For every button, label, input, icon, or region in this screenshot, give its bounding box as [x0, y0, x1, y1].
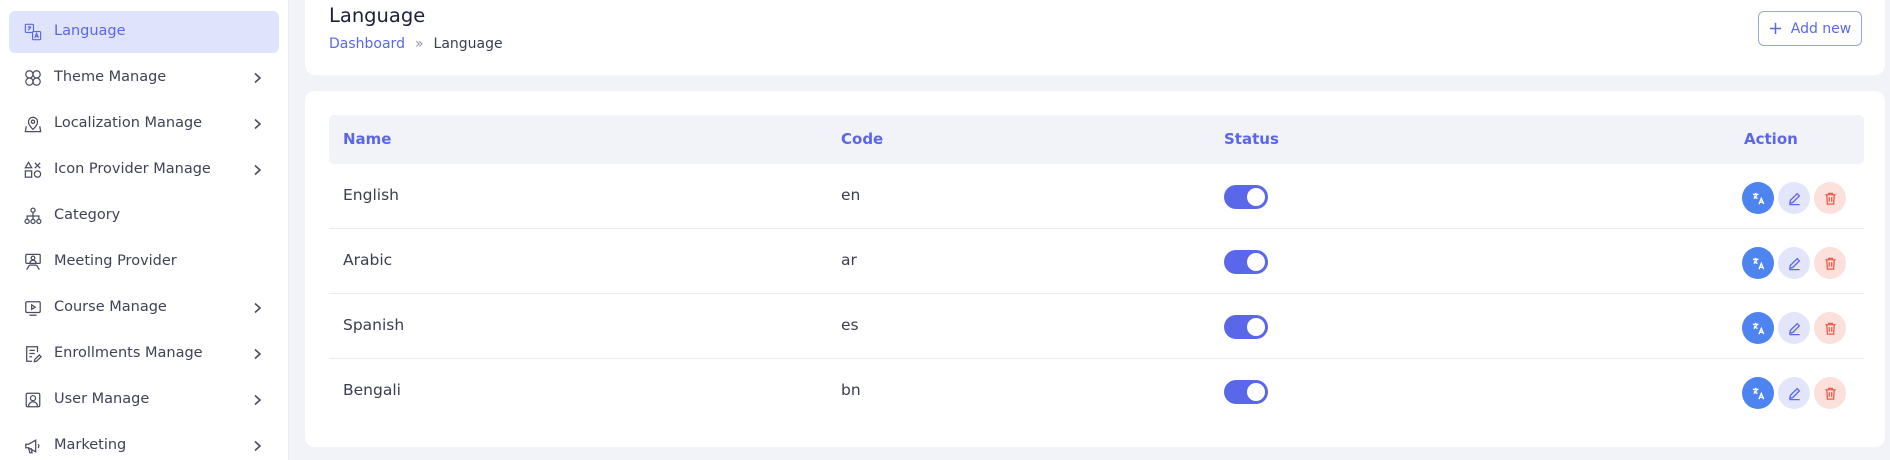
chevron-right-icon [251, 439, 263, 453]
translate-button[interactable] [1742, 182, 1774, 214]
edit-button[interactable] [1778, 377, 1810, 409]
toggle-knob [1247, 188, 1265, 206]
edit-button[interactable] [1778, 247, 1810, 279]
theme-icon [24, 69, 42, 87]
add-new-label: Add new [1790, 20, 1852, 37]
sidebar: Language Theme Manage Localization Manag… [0, 0, 289, 460]
language-name: Spanish [343, 316, 405, 334]
add-new-button[interactable]: Add new [1758, 11, 1862, 46]
sidebar-item-label: Localization Manage [54, 115, 203, 131]
column-header-status: Status [1224, 130, 1279, 148]
translate-icon [1751, 191, 1766, 206]
language-code: ar [841, 251, 857, 269]
sidebar-item-enrollments-manage[interactable]: Enrollments Manage [9, 333, 279, 375]
edit-button[interactable] [1778, 312, 1810, 344]
sidebar-item-category[interactable]: Category [9, 195, 279, 237]
pencil-icon [1787, 386, 1802, 401]
table-row: Arabic ar [329, 229, 1864, 294]
trash-icon [1823, 191, 1838, 206]
sidebar-item-course-manage[interactable]: Course Manage [9, 287, 279, 329]
sidebar-item-label: Category [54, 207, 121, 223]
translate-icon [1751, 321, 1766, 336]
delete-button[interactable] [1814, 182, 1846, 214]
sidebar-item-label: Icon Provider Manage [54, 161, 211, 177]
page-header: Language Dashboard » Language Add new [305, 0, 1885, 75]
delete-button[interactable] [1814, 247, 1846, 279]
delete-button[interactable] [1814, 377, 1846, 409]
table-row: Spanish es [329, 294, 1864, 359]
trash-icon [1823, 256, 1838, 271]
column-header-action: Action [1744, 130, 1798, 148]
chevron-right-icon [251, 117, 263, 131]
sidebar-item-label: Marketing [54, 437, 127, 453]
breadcrumb: Dashboard » Language [329, 36, 503, 52]
status-toggle[interactable] [1224, 380, 1268, 404]
sidebar-item-theme-manage[interactable]: Theme Manage [9, 57, 279, 99]
translate-icon [24, 23, 42, 41]
toggle-knob [1247, 318, 1265, 336]
table-row: Bengali bn [329, 359, 1864, 424]
user-icon [24, 391, 42, 409]
shapes-icon [24, 161, 42, 179]
language-name: English [343, 186, 399, 204]
page-title: Language [329, 4, 426, 27]
translate-button[interactable] [1742, 247, 1774, 279]
delete-button[interactable] [1814, 312, 1846, 344]
map-pin-icon [24, 115, 42, 133]
chevron-right-icon [251, 347, 263, 361]
pencil-icon [1787, 191, 1802, 206]
table-header: Name Code Status Action [329, 115, 1864, 164]
sidebar-item-icon-provider-manage[interactable]: Icon Provider Manage [9, 149, 279, 191]
trash-icon [1823, 386, 1838, 401]
chevron-right-icon [251, 163, 263, 177]
form-icon [24, 345, 42, 363]
edit-button[interactable] [1778, 182, 1810, 214]
sidebar-item-meeting-provider[interactable]: Meeting Provider [9, 241, 279, 283]
column-header-code: Code [841, 130, 884, 148]
sidebar-item-language[interactable]: Language [9, 11, 279, 53]
video-icon [24, 299, 42, 317]
toggle-knob [1247, 383, 1265, 401]
language-name: Bengali [343, 381, 401, 399]
chevron-right-icon [251, 301, 263, 315]
plus-icon [1769, 22, 1782, 35]
hierarchy-icon [24, 207, 42, 225]
meeting-icon [24, 253, 42, 271]
translate-icon [1751, 386, 1766, 401]
breadcrumb-current: Language [433, 36, 503, 52]
language-code: es [841, 316, 859, 334]
megaphone-icon [24, 437, 42, 455]
language-name: Arabic [343, 251, 393, 269]
sidebar-item-label: Language [54, 23, 126, 39]
app-root: Language Theme Manage Localization Manag… [0, 0, 1890, 460]
translate-icon [1751, 256, 1766, 271]
sidebar-item-label: Meeting Provider [54, 253, 177, 269]
status-toggle[interactable] [1224, 315, 1268, 339]
table-row: English en [329, 164, 1864, 229]
status-toggle[interactable] [1224, 185, 1268, 209]
column-header-name: Name [343, 130, 392, 148]
sidebar-item-label: Enrollments Manage [54, 345, 203, 361]
sidebar-item-label: Theme Manage [54, 69, 167, 85]
breadcrumb-dashboard-link[interactable]: Dashboard [329, 36, 405, 52]
chevron-right-icon [251, 393, 263, 407]
pencil-icon [1787, 321, 1802, 336]
status-toggle[interactable] [1224, 250, 1268, 274]
language-code: en [841, 186, 861, 204]
chevron-right-icon [251, 71, 263, 85]
language-code: bn [841, 381, 861, 399]
trash-icon [1823, 321, 1838, 336]
translate-button[interactable] [1742, 377, 1774, 409]
pencil-icon [1787, 256, 1802, 271]
sidebar-item-marketing[interactable]: Marketing [9, 425, 279, 460]
sidebar-item-user-manage[interactable]: User Manage [9, 379, 279, 421]
toggle-knob [1247, 253, 1265, 271]
sidebar-item-label: User Manage [54, 391, 150, 407]
sidebar-item-label: Course Manage [54, 299, 167, 315]
language-table-card: Name Code Status Action English en Arabi… [305, 91, 1885, 447]
sidebar-item-localization-manage[interactable]: Localization Manage [9, 103, 279, 145]
translate-button[interactable] [1742, 312, 1774, 344]
breadcrumb-separator: » [414, 36, 424, 52]
